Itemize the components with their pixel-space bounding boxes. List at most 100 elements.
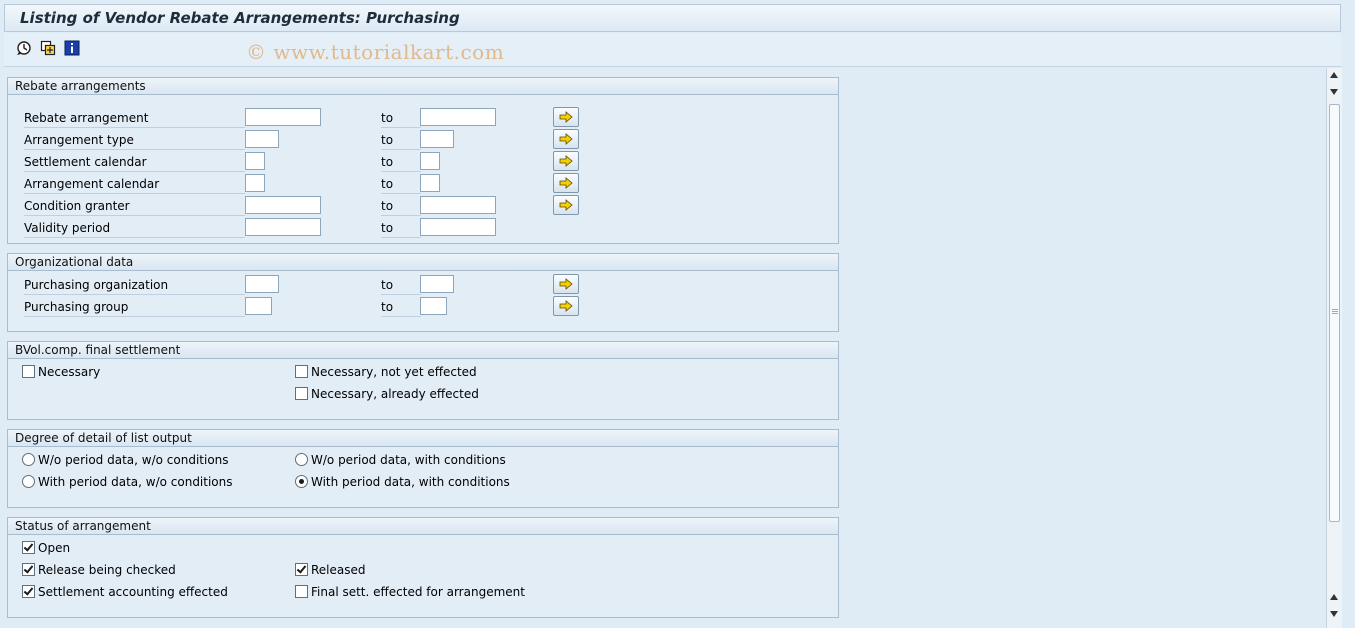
multiple-selection-button[interactable] — [553, 296, 579, 316]
group-title: Status of arrangement — [8, 518, 838, 535]
multiple-selection-button[interactable] — [553, 107, 579, 127]
multiple-selection-button[interactable] — [553, 173, 579, 193]
page-title: Listing of Vendor Rebate Arrangements: P… — [20, 9, 460, 27]
checkbox-label: Necessary — [38, 365, 101, 379]
watermark: © www.tutorialkart.com — [246, 40, 505, 64]
arrangement-calendar-row: Arrangement calendar to — [8, 173, 838, 195]
condition-granter-to-input[interactable] — [420, 196, 496, 214]
rebate-arrangement-row: Rebate arrangement to — [8, 107, 838, 129]
to-label: to — [381, 298, 421, 317]
scrollbar-thumb[interactable] — [1329, 104, 1340, 522]
field-label: Purchasing group — [24, 298, 245, 317]
degree-of-detail-group: Degree of detail of list output W/o peri… — [7, 429, 839, 508]
arrangement-calendar-from-input[interactable] — [245, 174, 265, 192]
radio-label: With period data, with conditions — [311, 475, 510, 489]
field-label: Arrangement type — [24, 131, 245, 150]
with-period-wo-conditions-radio[interactable]: With period data, w/o conditions — [22, 473, 233, 491]
condition-granter-row: Condition granter to — [8, 195, 838, 217]
checkbox-label: Necessary, already effected — [311, 387, 479, 401]
checkbox-box[interactable] — [22, 541, 35, 554]
arrangement-type-from-input[interactable] — [245, 130, 279, 148]
to-label: to — [381, 276, 421, 295]
execute-icon[interactable] — [16, 40, 32, 56]
rebate-arrangement-from-input[interactable] — [245, 108, 321, 126]
multiple-selection-button[interactable] — [553, 195, 579, 215]
to-label: to — [381, 109, 421, 128]
condition-granter-from-input[interactable] — [245, 196, 321, 214]
radio-circle[interactable] — [22, 475, 35, 488]
arrangement-calendar-to-input[interactable] — [420, 174, 440, 192]
title-bar: Listing of Vendor Rebate Arrangements: P… — [4, 4, 1341, 32]
application-toolbar — [4, 33, 1341, 67]
checkbox-box[interactable] — [22, 563, 35, 576]
checkbox-box[interactable] — [295, 387, 308, 400]
purchasing-organization-from-input[interactable] — [245, 275, 279, 293]
rebate-arrangement-to-input[interactable] — [420, 108, 496, 126]
checkbox-box[interactable] — [295, 585, 308, 598]
purchasing-group-from-input[interactable] — [245, 297, 272, 315]
checkbox-box[interactable] — [22, 585, 35, 598]
with-period-with-conditions-radio[interactable]: With period data, with conditions — [295, 473, 510, 491]
arrow-right-icon — [559, 177, 573, 189]
settlement-calendar-from-input[interactable] — [245, 152, 265, 170]
checkbox-box[interactable] — [22, 365, 35, 378]
necessary-checkbox[interactable]: Necessary — [22, 363, 100, 381]
vertical-scrollbar[interactable] — [1326, 68, 1342, 628]
checkbox-label: Released — [311, 563, 366, 577]
released-checkbox[interactable]: Released — [295, 561, 366, 579]
multiple-selection-button[interactable] — [553, 129, 579, 149]
wo-period-with-conditions-radio[interactable]: W/o period data, with conditions — [295, 451, 506, 469]
arrangement-type-to-input[interactable] — [420, 130, 454, 148]
group-title: Rebate arrangements — [8, 78, 838, 95]
scroll-down-icon[interactable] — [1330, 89, 1338, 95]
validity-period-to-input[interactable] — [420, 218, 496, 236]
get-variant-icon[interactable] — [40, 40, 56, 56]
wo-period-wo-conditions-radio[interactable]: W/o period data, w/o conditions — [22, 451, 229, 469]
checkbox-label: Necessary, not yet effected — [311, 365, 477, 379]
radio-label: W/o period data, w/o conditions — [38, 453, 229, 467]
radio-circle[interactable] — [295, 475, 308, 488]
release-being-checked-checkbox[interactable]: Release being checked — [22, 561, 176, 579]
open-checkbox[interactable]: Open — [22, 539, 70, 557]
scroll-up-icon[interactable] — [1330, 72, 1338, 78]
checkbox-box[interactable] — [295, 365, 308, 378]
bvol-final-settlement-group: BVol.comp. final settlement Necessary Ne… — [7, 341, 839, 420]
multiple-selection-button[interactable] — [553, 274, 579, 294]
settlement-calendar-to-input[interactable] — [420, 152, 440, 170]
radio-label: With period data, w/o conditions — [38, 475, 233, 489]
checkbox-label: Release being checked — [38, 563, 176, 577]
arrow-right-icon — [559, 278, 573, 290]
field-label: Arrangement calendar — [24, 175, 245, 194]
arrow-right-icon — [559, 155, 573, 167]
program-info-icon[interactable] — [64, 40, 80, 56]
settlement-accounting-effected-checkbox[interactable]: Settlement accounting effected — [22, 583, 228, 601]
scroll-page-up-icon[interactable] — [1330, 594, 1338, 600]
field-label: Settlement calendar — [24, 153, 245, 172]
field-label: Validity period — [24, 219, 245, 238]
scroll-page-down-icon[interactable] — [1330, 611, 1338, 617]
purchasing-group-to-input[interactable] — [420, 297, 447, 315]
purchasing-organization-to-input[interactable] — [420, 275, 454, 293]
to-label: to — [381, 219, 421, 238]
selection-screen: Rebate arrangements Rebate arrangement t… — [0, 68, 1326, 628]
checkbox-box[interactable] — [295, 563, 308, 576]
arrow-right-icon — [559, 300, 573, 312]
validity-period-from-input[interactable] — [245, 218, 321, 236]
radio-circle[interactable] — [22, 453, 35, 466]
field-label: Purchasing organization — [24, 276, 245, 295]
group-title: BVol.comp. final settlement — [8, 342, 838, 359]
group-title: Degree of detail of list output — [8, 430, 838, 447]
to-label: to — [381, 131, 421, 150]
multiple-selection-button[interactable] — [553, 151, 579, 171]
to-label: to — [381, 197, 421, 216]
necessary-already-effected-checkbox[interactable]: Necessary, already effected — [295, 385, 479, 403]
group-title: Organizational data — [8, 254, 838, 271]
to-label: to — [381, 175, 421, 194]
organizational-data-group: Organizational data Purchasing organizat… — [7, 253, 839, 332]
rebate-arrangements-group: Rebate arrangements Rebate arrangement t… — [7, 77, 839, 244]
necessary-not-yet-effected-checkbox[interactable]: Necessary, not yet effected — [295, 363, 477, 381]
validity-period-row: Validity period to — [8, 217, 838, 239]
radio-circle[interactable] — [295, 453, 308, 466]
to-label: to — [381, 153, 421, 172]
final-settlement-effected-checkbox[interactable]: Final sett. effected for arrangement — [295, 583, 525, 601]
